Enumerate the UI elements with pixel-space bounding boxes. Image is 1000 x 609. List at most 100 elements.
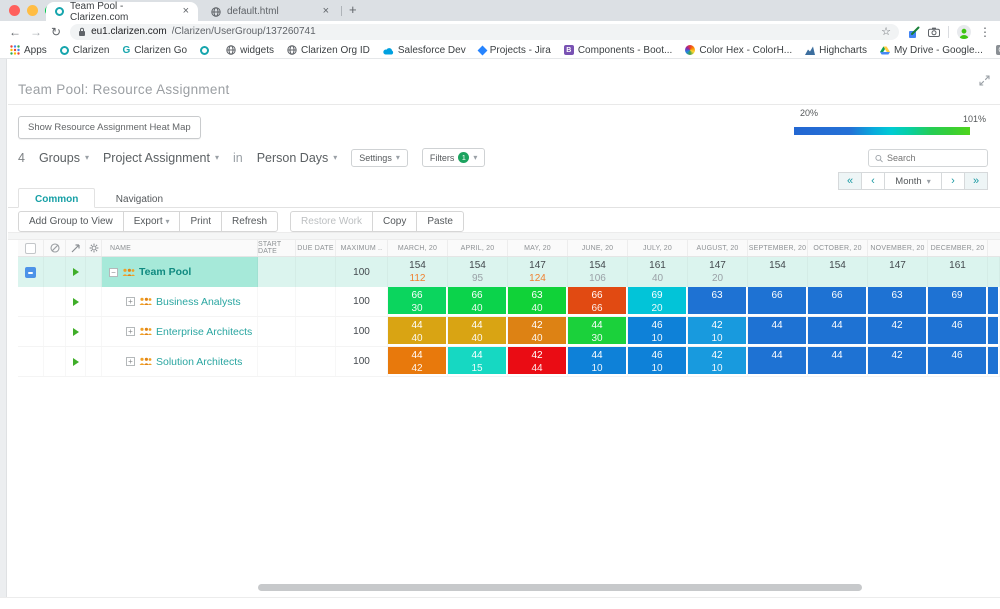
add-group-to-view-button[interactable]: Add Group to View: [18, 211, 124, 232]
groups-dropdown[interactable]: Groups ▾: [39, 151, 89, 165]
month-cell[interactable]: 44: [808, 317, 868, 346]
forward-icon[interactable]: →: [30, 26, 42, 38]
month-cell[interactable]: 46: [928, 317, 988, 346]
group-name-link[interactable]: Solution Architects: [156, 356, 242, 368]
back-icon[interactable]: ←: [9, 26, 21, 38]
new-tab-button[interactable]: +: [349, 2, 357, 17]
month-cell[interactable]: 154 106: [568, 257, 628, 287]
minimize-window-button[interactable]: [27, 5, 38, 16]
month-cell[interactable]: 44: [748, 317, 808, 346]
play-icon[interactable]: [72, 327, 79, 336]
settings-column-header[interactable]: [86, 240, 102, 256]
month-cell[interactable]: 154 112: [388, 257, 448, 287]
month-cell[interactable]: 69: [928, 287, 988, 316]
group-name-link[interactable]: Enterprise Architects: [156, 326, 252, 338]
bookmark-clarizen-go[interactable]: G Clarizen Go: [122, 45, 187, 56]
month-cell[interactable]: 154: [808, 257, 868, 287]
refresh-button[interactable]: Refresh: [221, 211, 279, 232]
search-input[interactable]: [886, 153, 981, 163]
print-button[interactable]: Print: [179, 211, 223, 232]
bookmark-clarizen-org-id[interactable]: Clarizen Org ID: [287, 45, 370, 56]
tab-common[interactable]: Common: [18, 188, 96, 208]
month-cell[interactable]: 42: [868, 317, 928, 346]
bookmark-clarizen-2[interactable]: [200, 45, 213, 55]
copy-button[interactable]: Copy: [372, 211, 418, 232]
month-cell[interactable]: 66 66: [568, 287, 628, 316]
month-cell[interactable]: 44: [808, 347, 868, 376]
month-cell[interactable]: 44 40: [448, 317, 508, 346]
month-column-header[interactable]: AUGUST, 20: [688, 240, 748, 256]
bookmark-widgets[interactable]: widgets: [226, 45, 274, 56]
month-cell[interactable]: 46: [928, 347, 988, 376]
month-cell[interactable]: 63 40: [508, 287, 568, 316]
table-row-team-pool[interactable]: − Team Pool 100 154 112 154 95 147 124 154 1…: [18, 257, 1000, 287]
month-cell[interactable]: 63: [868, 287, 928, 316]
bookmark-apps[interactable]: Apps: [10, 45, 47, 56]
name-cell[interactable]: + Business Analysts: [102, 287, 258, 316]
month-column-header[interactable]: OCTOBER, 20: [808, 240, 868, 256]
table-row-business-analysts[interactable]: + Business Analysts 100 66 30 66 40 63 40 6…: [18, 287, 1000, 317]
bookmark-star-icon[interactable]: ☆: [881, 25, 891, 38]
browser-tab-active[interactable]: Team Pool - Clarizen.com ×: [46, 1, 198, 23]
month-cell[interactable]: 147 20: [688, 257, 748, 287]
month-column-header[interactable]: JUNE, 20: [568, 240, 628, 256]
paste-button[interactable]: Paste: [416, 211, 464, 232]
month-column-header[interactable]: MARCH, 20: [388, 240, 448, 256]
table-row-solution-architects[interactable]: + Solution Architects 100 44 42 44 15 42 44…: [18, 347, 1000, 377]
table-row-enterprise-architects[interactable]: + Enterprise Architects 100 44 40 44 40 42…: [18, 317, 1000, 347]
expand-icon[interactable]: +: [126, 297, 135, 306]
name-cell[interactable]: − Team Pool: [102, 257, 258, 287]
camera-icon[interactable]: [928, 27, 940, 37]
name-column-header[interactable]: NAME: [102, 240, 258, 256]
chrome-menu-icon[interactable]: ⋮: [979, 26, 991, 38]
bookmark-clarizen[interactable]: Clarizen: [59, 45, 109, 56]
bookmark-components-bootstrap[interactable]: B Components - Boot...: [563, 45, 672, 56]
maximum-column-header[interactable]: MAXIMUM ..: [336, 240, 388, 256]
month-cell[interactable]: 69 20: [628, 287, 688, 316]
month-column-header[interactable]: SEPTEMBER, 20: [748, 240, 808, 256]
extension-pen-icon[interactable]: [908, 26, 920, 38]
bookmark-projects-jira[interactable]: Projects - Jira: [477, 45, 551, 56]
checkbox-cell[interactable]: [18, 347, 44, 376]
reload-icon[interactable]: ↻: [51, 26, 61, 38]
expand-icon[interactable]: +: [126, 357, 135, 366]
month-column-header[interactable]: DECEMBER, 20: [928, 240, 988, 256]
close-window-button[interactable]: [9, 5, 20, 16]
month-cell[interactable]: 42: [868, 347, 928, 376]
play-icon[interactable]: [72, 297, 79, 306]
search-box[interactable]: [868, 149, 988, 167]
month-cell[interactable]: 154 95: [448, 257, 508, 287]
play-icon[interactable]: [72, 268, 79, 276]
name-cell[interactable]: + Solution Architects: [102, 347, 258, 376]
bookmark-my-drive[interactable]: My Drive - Google...: [879, 45, 983, 56]
due-date-column-header[interactable]: DUE DATE: [296, 240, 336, 256]
bookmark-rest-api-clarizen[interactable]: C REST API | Clarizen: [995, 45, 1000, 56]
month-column-header[interactable]: JULY, 20: [628, 240, 688, 256]
month-cell[interactable]: 66: [808, 287, 868, 316]
month-cell[interactable]: 161: [928, 257, 988, 287]
expand-panel-icon[interactable]: [979, 75, 990, 86]
month-cell[interactable]: 161 40: [628, 257, 688, 287]
month-cell[interactable]: 42 10: [688, 347, 748, 376]
bookmark-highcharts[interactable]: Highcharts: [805, 45, 867, 56]
month-cell[interactable]: 44 30: [568, 317, 628, 346]
units-dropdown[interactable]: Person Days ▾: [257, 151, 338, 165]
month-cell[interactable]: 44 42: [388, 347, 448, 376]
bookmark-salesforce-dev[interactable]: Salesforce Dev: [383, 45, 466, 56]
export-button[interactable]: Export ▾: [122, 211, 181, 232]
month-cell[interactable]: 44 10: [568, 347, 628, 376]
month-cell[interactable]: 66 40: [448, 287, 508, 316]
month-cell[interactable]: 46 10: [628, 347, 688, 376]
assign-column-header[interactable]: [66, 240, 86, 256]
block-column-header[interactable]: [44, 240, 66, 256]
month-column-header[interactable]: NOVEMBER, 20: [868, 240, 928, 256]
horizontal-scrollbar[interactable]: [258, 584, 862, 591]
close-tab-icon[interactable]: ×: [323, 6, 329, 17]
row-checkbox-indeterminate[interactable]: [25, 266, 36, 278]
select-all-checkbox[interactable]: [18, 240, 44, 256]
name-cell[interactable]: + Enterprise Architects: [102, 317, 258, 346]
browser-tab-inactive[interactable]: default.html ×: [202, 2, 338, 21]
play-icon[interactable]: [72, 357, 79, 366]
settings-button[interactable]: Settings ▾: [351, 148, 408, 167]
month-cell[interactable]: 44 40: [388, 317, 448, 346]
